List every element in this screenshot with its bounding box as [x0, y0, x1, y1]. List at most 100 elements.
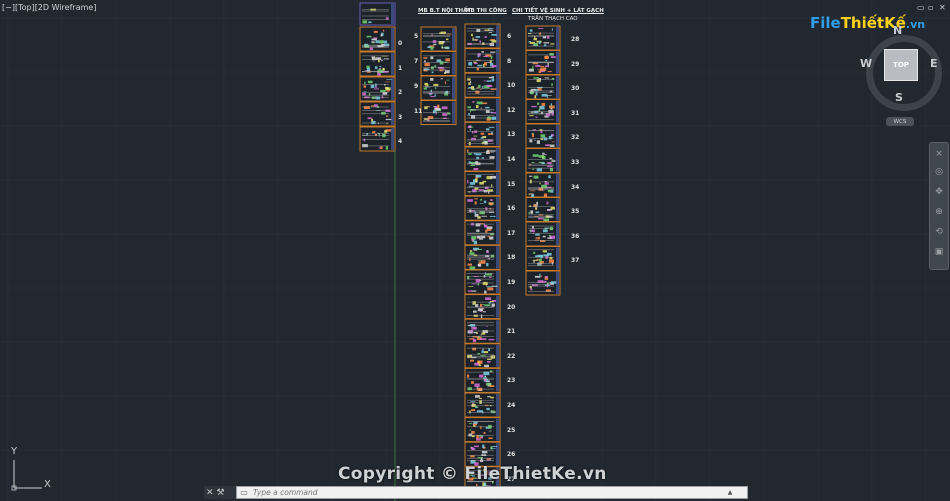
viewport-controls-label[interactable]: [−][Top][2D Wireframe] [2, 3, 96, 12]
sheet-number: 19 [507, 279, 516, 286]
drawing-sheet [464, 72, 501, 98]
model-space-canvas[interactable] [0, 0, 950, 501]
sheet-number: 20 [507, 303, 516, 311]
sheet-number: 26 [507, 451, 516, 459]
sheet-number: 37 [571, 257, 580, 265]
sheet-number: 28 [571, 36, 580, 43]
drawing-sheet [464, 97, 501, 123]
command-input[interactable] [251, 487, 725, 498]
viewcube-north[interactable]: N [893, 24, 902, 37]
sheet-number: 18 [507, 254, 516, 262]
sheet-number: 36 [571, 232, 580, 240]
drawing-sheet [464, 146, 501, 172]
sheet-number: 12 [507, 106, 516, 114]
drawing-sheet [525, 74, 561, 100]
viewcube-south[interactable]: S [895, 91, 903, 104]
sheet-number: 32 [571, 134, 580, 142]
drawing-sheet [525, 148, 561, 173]
command-customize-icon[interactable]: ⚒ [217, 488, 225, 498]
drawing-sheet [464, 195, 501, 221]
ucs-x-label: X [44, 479, 51, 490]
drawing-sheet [464, 392, 501, 418]
drawing-sheet [359, 76, 396, 102]
sheet-number: 2 [398, 89, 403, 96]
drawing-sheet [464, 244, 501, 270]
sheet-number: 34 [571, 183, 580, 191]
sheet-number: 0 [398, 40, 403, 47]
drawing-sheet [525, 270, 561, 296]
sheet-number: 23 [507, 377, 516, 385]
drawing-sheet [464, 269, 501, 295]
copyright-watermark: Copyright © FileThietKe.vn [338, 464, 607, 484]
drawing-sheet [525, 99, 561, 124]
drawing-sheet [464, 23, 501, 49]
viewport-restore-icon[interactable]: ▭ [917, 3, 925, 12]
sheet-number: 6 [507, 33, 512, 40]
sheet-number: 9 [414, 83, 419, 90]
drawing-sheet [359, 51, 396, 77]
column-title-chi-tiet: CHI TIẾT VỆ SINH + LÁT GẠCH [512, 8, 604, 14]
sheet-number: 17 [507, 229, 516, 237]
sheet-number: 3 [398, 113, 403, 121]
navbar-close-icon[interactable]: × [934, 149, 944, 159]
sheet-number: 21 [507, 328, 516, 336]
drawing-sheet [420, 100, 457, 125]
ucs-icon [11, 460, 42, 491]
sheet-number: 7 [414, 58, 419, 65]
wcs-menu[interactable]: WCS [886, 117, 914, 126]
command-line-handle[interactable]: ✕ ⚒ [204, 486, 236, 499]
viewport-close-icon[interactable]: ✕ [939, 3, 946, 12]
drawing-sheet [464, 441, 501, 467]
zoom-extents-icon[interactable]: ⊕ [934, 207, 944, 217]
sheet-number: 29 [571, 60, 580, 68]
sheet-number: 13 [507, 131, 516, 139]
sheet-number: 14 [507, 156, 516, 163]
command-close-icon[interactable]: ✕ [206, 488, 214, 498]
sheet-number: 33 [571, 159, 580, 166]
sheet-number: 30 [571, 85, 580, 93]
sheet-number: 10 [507, 82, 516, 90]
drawing-sheet [464, 367, 501, 393]
navigation-bar[interactable]: × ◎ ✥ ⊕ ⟲ ▣ [929, 142, 949, 270]
viewcube-west[interactable]: W [860, 57, 872, 70]
drawing-sheet [420, 75, 457, 101]
sheet-number: 5 [414, 33, 419, 40]
column-title-noi-that: MB B.T NỘI THẤT [418, 8, 472, 14]
showmotion-icon[interactable]: ▣ [934, 247, 944, 257]
command-history-arrow-icon[interactable]: ▲ [725, 489, 735, 496]
drawing-sheet [464, 220, 501, 246]
drawing-sheet [464, 48, 501, 74]
column-title-thi-cong: MB THI CÔNG [465, 8, 507, 14]
viewport-maximize-icon[interactable]: ▫ [928, 3, 933, 12]
sheet-number: 35 [571, 208, 580, 216]
drawing-sheet [525, 123, 561, 149]
viewcube-top-face[interactable]: TOP [884, 49, 918, 81]
column-subtitle-tran-thach-cao: TRẦN THẠCH CAO [528, 16, 578, 22]
drawing-sheets [359, 2, 561, 492]
viewcube-east[interactable]: E [930, 57, 938, 70]
drawing-sheet [525, 172, 561, 198]
drawing-sheet [464, 318, 501, 344]
sheet-number: 31 [571, 109, 580, 117]
command-prompt-icon[interactable]: ▭ [237, 487, 251, 498]
drawing-sheet [420, 51, 457, 76]
drawing-sheet [464, 417, 501, 443]
drawing-sheet [359, 26, 396, 52]
sheet-number: 22 [507, 352, 516, 360]
drawing-sheet [525, 25, 561, 51]
drawing-sheet [525, 221, 561, 247]
sheet-number: 24 [507, 402, 516, 409]
pan-icon[interactable]: ✥ [934, 187, 944, 197]
sheet-number: 16 [507, 205, 516, 213]
drawing-sheet [464, 121, 501, 147]
drawing-sheet [420, 26, 457, 52]
drawing-sheet [359, 101, 396, 127]
drawing-sheet [525, 197, 561, 222]
site-logo: FileThiếtKế.vn [810, 14, 925, 32]
sheet-number: 15 [507, 180, 516, 188]
drawing-sheet [464, 343, 501, 369]
drawing-sheet [359, 126, 396, 152]
command-line[interactable]: ▭ ▲ [236, 486, 748, 499]
steering-wheel-icon[interactable]: ◎ [934, 167, 944, 177]
orbit-icon[interactable]: ⟲ [934, 227, 944, 237]
